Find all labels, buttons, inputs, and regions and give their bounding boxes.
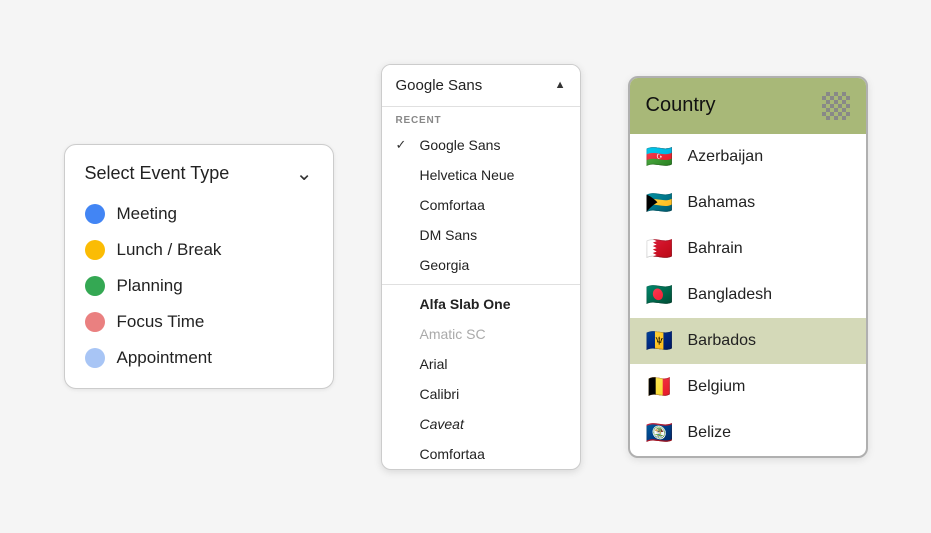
event-type-header[interactable]: Select Event Type ⌄ bbox=[85, 161, 313, 186]
font-header[interactable]: Google Sans ▲ bbox=[382, 65, 580, 107]
font-item-amatic-sc[interactable]: Amatic SC bbox=[382, 319, 580, 349]
font-recent-list: ✓ Google Sans Helvetica Neue Comfortaa D… bbox=[382, 130, 580, 280]
font-item-calibri[interactable]: Calibri bbox=[382, 379, 580, 409]
font-recent-label: RECENT bbox=[382, 107, 580, 130]
country-item-bahrain[interactable]: 🇧🇭 Bahrain bbox=[630, 226, 866, 272]
event-type-panel: Select Event Type ⌄ Meeting Lunch / Brea… bbox=[64, 144, 334, 389]
font-check-icon: ✓ bbox=[396, 137, 412, 153]
country-name-bahamas: Bahamas bbox=[688, 194, 850, 212]
font-all-list: Alfa Slab One Amatic SC Arial Calibri Ca… bbox=[382, 289, 580, 469]
font-item-comfortaa2[interactable]: Comfortaa bbox=[382, 439, 580, 469]
event-label-appointment: Appointment bbox=[117, 348, 212, 368]
font-item-comfortaa[interactable]: Comfortaa bbox=[382, 190, 580, 220]
font-panel: Google Sans ▲ RECENT ✓ Google Sans Helve… bbox=[381, 64, 581, 470]
font-item-google-sans[interactable]: ✓ Google Sans bbox=[382, 130, 580, 160]
country-flag-bahamas: 🇧🇸 bbox=[646, 190, 674, 216]
font-item-arial[interactable]: Arial bbox=[382, 349, 580, 379]
chevron-down-icon: ⌄ bbox=[296, 161, 313, 186]
font-item-name-caveat: Caveat bbox=[420, 416, 566, 432]
event-label-focus: Focus Time bbox=[117, 312, 205, 332]
font-triangle-icon: ▲ bbox=[555, 79, 566, 91]
event-item-appointment[interactable]: Appointment bbox=[85, 348, 313, 368]
font-item-name-calibri: Calibri bbox=[420, 386, 566, 402]
event-item-planning[interactable]: Planning bbox=[85, 276, 313, 296]
event-label-meeting: Meeting bbox=[117, 204, 177, 224]
country-item-bahamas[interactable]: 🇧🇸 Bahamas bbox=[630, 180, 866, 226]
country-name-belize: Belize bbox=[688, 424, 850, 442]
event-dot-meeting bbox=[85, 204, 105, 224]
country-list: 🇦🇿 Azerbaijan 🇧🇸 Bahamas 🇧🇭 Bahrain 🇧🇩 B… bbox=[630, 134, 866, 456]
event-item-focus[interactable]: Focus Time bbox=[85, 312, 313, 332]
country-name-belgium: Belgium bbox=[688, 378, 850, 396]
font-item-name-georgia: Georgia bbox=[420, 257, 566, 273]
event-item-meeting[interactable]: Meeting bbox=[85, 204, 313, 224]
event-dot-lunch bbox=[85, 240, 105, 260]
country-name-bahrain: Bahrain bbox=[688, 240, 850, 258]
font-item-name-arial: Arial bbox=[420, 356, 566, 372]
country-header-label: Country bbox=[646, 94, 716, 117]
country-header: Country bbox=[630, 78, 866, 134]
font-item-name-amatic-sc: Amatic SC bbox=[420, 326, 566, 342]
country-flag-barbados: 🇧🇧 bbox=[646, 328, 674, 354]
country-flag-azerbaijan: 🇦🇿 bbox=[646, 144, 674, 170]
event-type-title: Select Event Type bbox=[85, 163, 230, 184]
country-flag-belize: 🇧🇿 bbox=[646, 420, 674, 446]
event-label-planning: Planning bbox=[117, 276, 183, 296]
event-item-lunch[interactable]: Lunch / Break bbox=[85, 240, 313, 260]
font-item-georgia[interactable]: Georgia bbox=[382, 250, 580, 280]
checkerboard-icon bbox=[822, 92, 850, 120]
event-list: Meeting Lunch / Break Planning Focus Tim… bbox=[85, 204, 313, 368]
event-dot-focus bbox=[85, 312, 105, 332]
font-item-caveat[interactable]: Caveat bbox=[382, 409, 580, 439]
event-dot-planning bbox=[85, 276, 105, 296]
font-item-name-dm-sans: DM Sans bbox=[420, 227, 566, 243]
country-name-azerbaijan: Azerbaijan bbox=[688, 148, 850, 166]
country-name-bangladesh: Bangladesh bbox=[688, 286, 850, 304]
country-item-belize[interactable]: 🇧🇿 Belize bbox=[630, 410, 866, 456]
country-item-azerbaijan[interactable]: 🇦🇿 Azerbaijan bbox=[630, 134, 866, 180]
font-item-helvetica[interactable]: Helvetica Neue bbox=[382, 160, 580, 190]
font-item-name-comfortaa2: Comfortaa bbox=[420, 446, 566, 462]
country-flag-bahrain: 🇧🇭 bbox=[646, 236, 674, 262]
font-item-name-comfortaa: Comfortaa bbox=[420, 197, 566, 213]
event-dot-appointment bbox=[85, 348, 105, 368]
country-flag-bangladesh: 🇧🇩 bbox=[646, 282, 674, 308]
country-item-barbados[interactable]: 🇧🇧 Barbados bbox=[630, 318, 866, 364]
font-item-name-google-sans: Google Sans bbox=[420, 137, 566, 153]
font-item-dm-sans[interactable]: DM Sans bbox=[382, 220, 580, 250]
country-name-barbados: Barbados bbox=[688, 332, 850, 350]
font-item-alfa-slab[interactable]: Alfa Slab One bbox=[382, 289, 580, 319]
country-flag-belgium: 🇧🇪 bbox=[646, 374, 674, 400]
country-item-bangladesh[interactable]: 🇧🇩 Bangladesh bbox=[630, 272, 866, 318]
event-label-lunch: Lunch / Break bbox=[117, 240, 222, 260]
font-item-name-alfa-slab: Alfa Slab One bbox=[420, 296, 566, 312]
country-item-belgium[interactable]: 🇧🇪 Belgium bbox=[630, 364, 866, 410]
country-panel: Country 🇦🇿 Azerbaijan 🇧🇸 Bahamas 🇧🇭 Bahr… bbox=[628, 76, 868, 458]
font-item-name-helvetica: Helvetica Neue bbox=[420, 167, 566, 183]
font-selected-label: Google Sans bbox=[396, 77, 483, 94]
